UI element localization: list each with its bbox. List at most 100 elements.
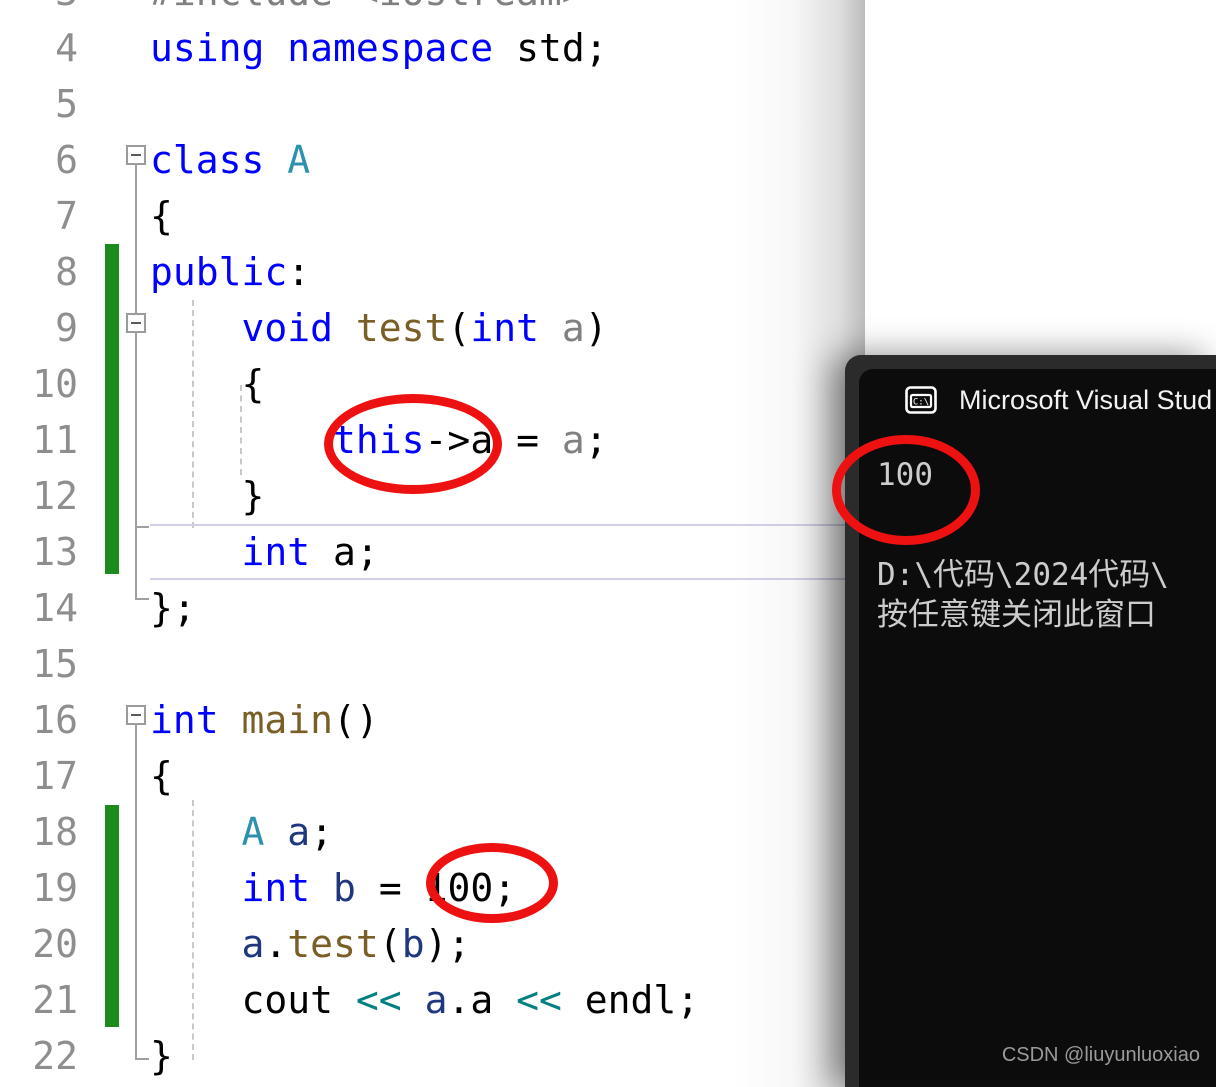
line-number: 10 [32,362,78,406]
code-token: void [241,306,334,350]
code-line-text[interactable]: int b = 100; [150,860,517,916]
line-number: 7 [55,194,78,238]
code-token: -> [424,418,471,462]
code-token: }; [150,586,196,630]
code-line-text[interactable]: class A [150,132,310,188]
code-line-text[interactable]: }; [150,580,196,636]
code-line-text[interactable]: #include <iostream> [150,0,585,20]
console-content-area[interactable]: C:\ Microsoft Visual Stud 100 D:\代码\2024代… [859,369,1216,1087]
code-line[interactable]: 8 public: [0,244,1216,300]
console-window-title: Microsoft Visual Stud [959,385,1213,415]
code-token: ; [584,26,608,70]
indent-guide-main-body [192,800,194,1060]
line-number: 21 [32,978,78,1022]
console-window[interactable]: C:\ Microsoft Visual Stud 100 D:\代码\2024代… [845,355,1216,1087]
code-token: namespace [287,26,494,70]
outline-guide-test-method-foot [135,526,149,528]
code-line[interactable]: 3 #include <iostream> [0,0,1216,20]
code-line[interactable]: 6 class A [0,132,1216,188]
code-token: } [150,474,265,518]
code-token: b [333,866,356,910]
code-token: ( [378,922,402,966]
code-line-text[interactable]: cout << a.a << endl; [150,972,700,1028]
line-number: 18 [32,810,78,854]
line-number: 9 [55,306,78,350]
svg-text:C:\: C:\ [913,398,929,408]
code-line-text[interactable]: using namespace std; [150,20,608,76]
outline-guide-test-method [135,333,137,528]
code-token: ; [493,866,517,910]
code-token: a [287,810,311,854]
code-token: ; [310,810,334,854]
code-token: #include [150,0,356,14]
code-line-text[interactable]: } [150,468,265,524]
line-number: 20 [32,922,78,966]
code-line-text[interactable]: this->a = a; [150,412,608,468]
code-line-text[interactable]: { [150,356,265,412]
code-token: ; [584,418,608,462]
change-bar-class-body [105,244,119,574]
outline-guide-class-a-foot [135,598,149,600]
code-token: () [333,698,379,742]
code-token: 100 [424,866,494,910]
line-number: 5 [55,82,78,126]
code-token: } [150,1034,173,1078]
code-token: a [470,418,494,462]
line-number: 13 [32,530,78,574]
code-line-text[interactable]: A a; [150,804,334,860]
code-token: A [241,810,265,854]
line-number: 6 [55,138,78,182]
code-line-text[interactable]: int main() [150,692,379,748]
code-line-text[interactable]: public: [150,244,310,300]
line-number: 8 [55,250,78,294]
code-line-text[interactable]: void test(int a) [150,300,608,356]
code-token: a [241,922,265,966]
code-token: << [355,978,402,1022]
line-number: 11 [32,418,78,462]
code-token: using [150,26,265,70]
code-line-text[interactable]: { [150,188,173,244]
code-token: a [561,306,585,350]
code-line-text[interactable]: } [150,1028,173,1084]
code-token: test [287,922,379,966]
console-cmd-icon: C:\ [905,386,937,414]
collapse-toggle-class-a[interactable] [126,145,146,165]
code-token: test [355,306,448,350]
code-line-text[interactable]: { [150,748,173,804]
code-token: <iostream> [356,0,585,14]
code-token: ( [447,306,471,350]
console-titlebar[interactable]: C:\ Microsoft Visual Stud [859,369,1216,429]
code-line[interactable]: 7{ [0,188,1216,244]
code-line[interactable]: 4 using namespace std; [0,20,1216,76]
code-line[interactable]: 9 void test(int a) [0,300,1216,356]
code-token: endl [584,978,677,1022]
code-token: std [516,26,585,70]
line-number: 16 [32,698,78,742]
code-token: : [287,250,311,294]
code-token: public [150,250,288,294]
collapse-toggle-test-method[interactable] [126,313,146,333]
code-token: = [493,418,562,462]
console-output-prompt: 按任意键关闭此窗口 [877,597,1156,633]
indent-guide-method-body [240,385,242,475]
code-token: main [241,698,334,742]
code-line[interactable]: 5 [0,76,1216,132]
code-token: this [333,418,425,462]
code-line-text[interactable]: a.test(b); [150,916,471,972]
line-number: 14 [32,586,78,630]
line-number: 17 [32,754,78,798]
collapse-toggle-main[interactable] [126,705,146,725]
line-number: 12 [32,474,78,518]
code-token: = [355,866,425,910]
code-token: ) [584,306,608,350]
